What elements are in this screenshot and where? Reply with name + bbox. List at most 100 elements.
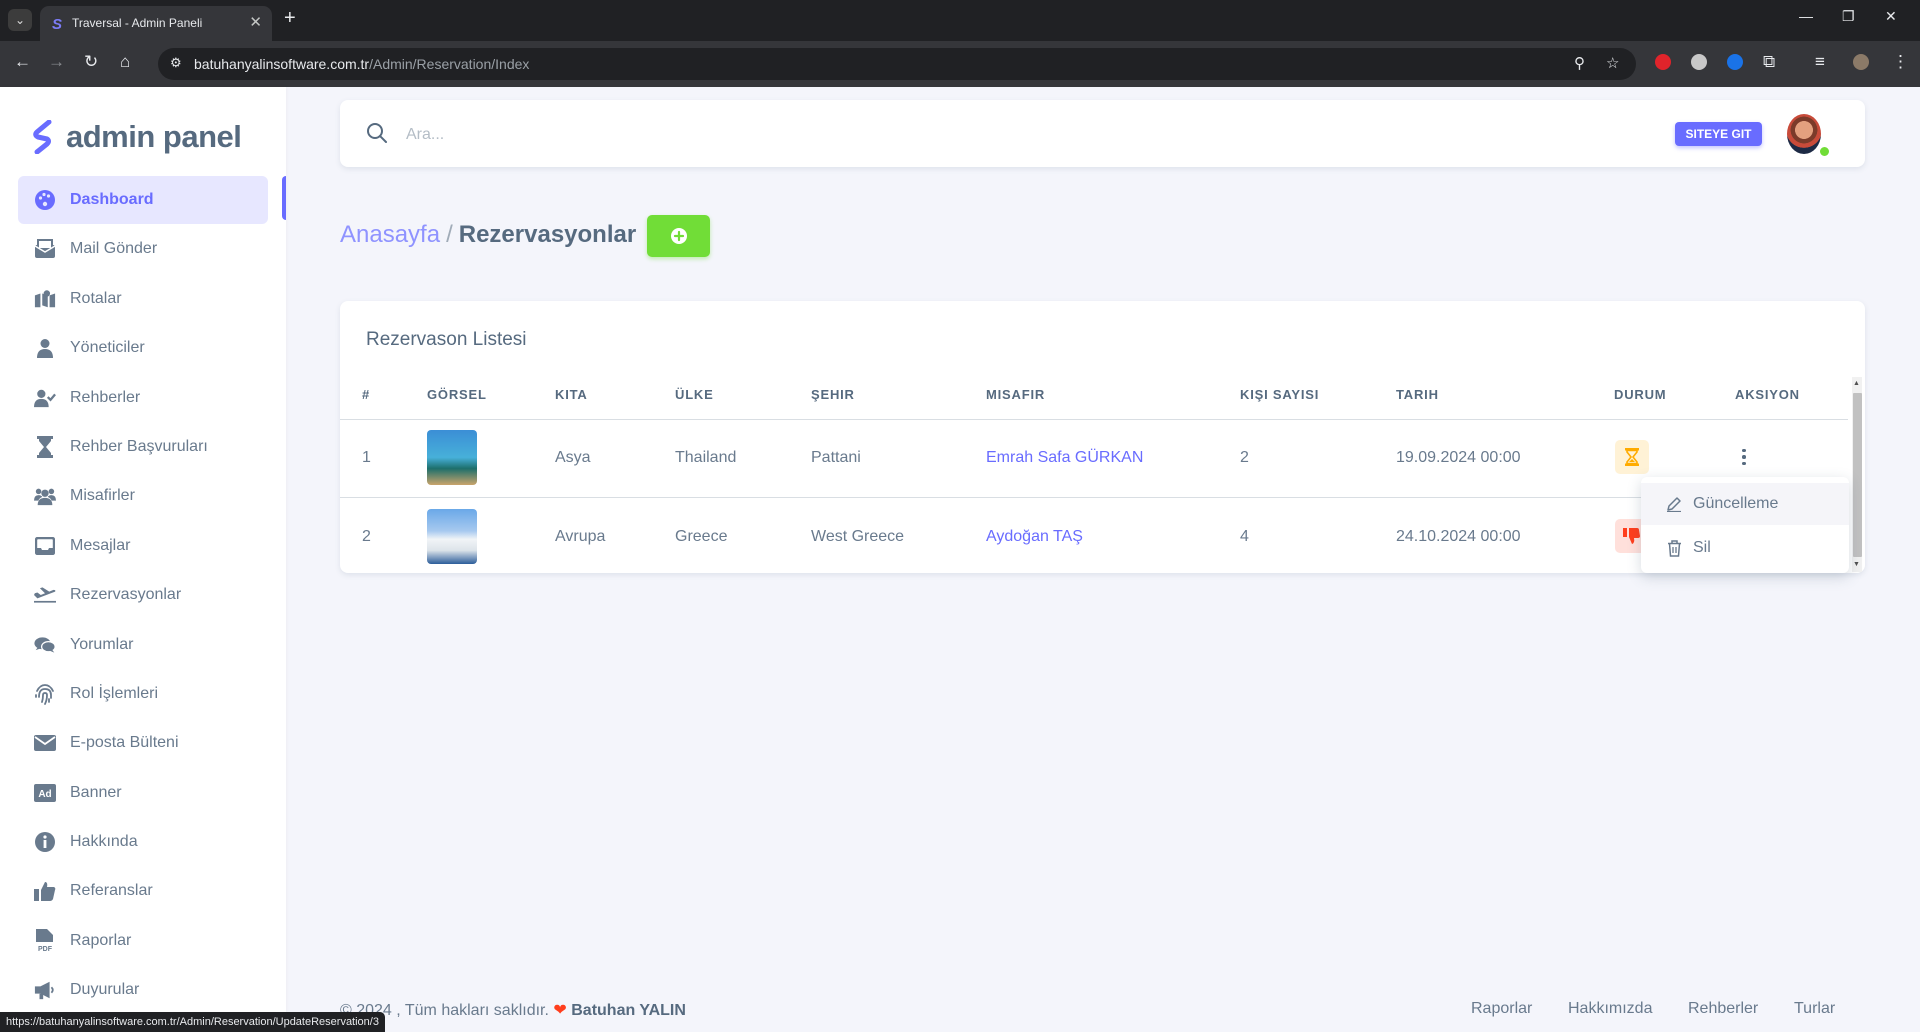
sidebar-item-messages[interactable]: Mesajlar — [18, 522, 268, 570]
reload-icon[interactable]: ↻ — [84, 52, 98, 72]
table-header: # GÖRSEL KITA ÜLKE ŞEHIR MISAFIR KIŞI SA… — [340, 387, 1848, 420]
column-header: ŞEHIR — [811, 387, 855, 402]
search-icon — [367, 123, 387, 143]
online-status-dot — [1818, 145, 1831, 158]
scroll-down-icon[interactable]: ▼ — [1853, 561, 1860, 568]
sidebar-item-reports[interactable]: PDF Raporlar — [18, 917, 268, 965]
table-row: 2 Avrupa Greece West Greece Aydoğan TAŞ … — [340, 498, 1848, 576]
scrollbar-thumb[interactable] — [1853, 393, 1862, 557]
sidebar-item-newsletter[interactable]: E-posta Bülteni — [18, 719, 268, 767]
sidebar-item-label: Rol İşlemleri — [70, 684, 159, 702]
country-cell: Greece — [675, 528, 728, 545]
new-tab-icon[interactable]: + — [284, 7, 296, 30]
scroll-up-icon[interactable]: ▲ — [1853, 380, 1860, 387]
country-cell: Thailand — [675, 449, 737, 466]
guest-link[interactable]: Emrah Safa GÜRKAN — [986, 449, 1143, 467]
date-cell: 19.09.2024 00:00 — [1396, 449, 1521, 466]
author-name[interactable]: Batuhan YALIN — [571, 1002, 686, 1019]
column-header: KITA — [555, 387, 588, 402]
column-header: MISAFIR — [986, 387, 1046, 402]
extension-icon[interactable] — [1655, 54, 1671, 70]
sidebar-item-label: Rotalar — [70, 289, 122, 307]
sidebar-item-dashboard[interactable]: Dashboard — [18, 176, 268, 224]
sidebar-item-reservations[interactable]: Rezervasyonlar — [18, 571, 268, 619]
sidebar-item-mail[interactable]: Mail Gönder — [18, 225, 268, 273]
sidebar-item-about[interactable]: Hakkında — [18, 818, 268, 866]
sidebar-item-announcements[interactable]: Duyurular — [18, 966, 268, 1014]
column-header: DURUM — [1614, 387, 1667, 402]
date-cell: 24.10.2024 00:00 — [1396, 528, 1521, 545]
column-header: GÖRSEL — [427, 387, 487, 402]
row-actions-menu-icon[interactable] — [1738, 443, 1750, 471]
sidebar-item-label: Hakkında — [70, 833, 138, 851]
site-info-icon[interactable]: ⚙ — [170, 55, 182, 71]
browser-tab[interactable]: S Traversal - Admin Paneli ✕ — [40, 6, 272, 41]
globe-icon[interactable] — [1691, 54, 1707, 70]
brand-logo-icon — [33, 120, 52, 154]
sidebar: admin panel Dashboard Mail Gönder Rotala… — [0, 87, 286, 1032]
extension-icon[interactable] — [1727, 54, 1743, 70]
sidebar-item-label: Banner — [70, 783, 122, 801]
status-badge — [1615, 440, 1649, 474]
sidebar-item-comments[interactable]: Yorumlar — [18, 621, 268, 669]
row-number: 1 — [362, 449, 371, 466]
brand[interactable]: admin panel — [32, 117, 242, 157]
breadcrumb-separator: / — [446, 221, 453, 248]
palette-icon — [34, 189, 56, 211]
footer-link-guides[interactable]: Rehberler — [1688, 1000, 1758, 1018]
sidebar-item-label: Rezervasyonlar — [70, 586, 182, 604]
tab-close-icon[interactable]: ✕ — [249, 13, 262, 31]
extensions-puzzle-icon[interactable]: ⧉ — [1763, 52, 1775, 72]
continent-cell: Avrupa — [555, 528, 606, 545]
sidebar-item-label: Mesajlar — [70, 536, 131, 554]
sidebar-item-references[interactable]: Referanslar — [18, 867, 268, 915]
browser-status-url: https://batuhanyalinsoftware.com.tr/Admi… — [0, 1012, 385, 1032]
sidebar-item-guests[interactable]: Misafirler — [18, 472, 268, 520]
fingerprint-icon — [34, 683, 56, 705]
back-icon[interactable]: ← — [14, 52, 31, 72]
breadcrumb-home[interactable]: Anasayfa — [340, 221, 440, 249]
update-menu-item[interactable]: Güncelleme — [1641, 483, 1849, 525]
footer-link-about[interactable]: Hakkımızda — [1568, 1000, 1652, 1018]
profile-avatar-icon[interactable] — [1853, 54, 1869, 70]
column-header: AKSIYON — [1735, 387, 1800, 402]
forward-icon[interactable]: → — [48, 52, 65, 72]
svg-text:PDF: PDF — [38, 946, 53, 953]
active-indicator — [282, 176, 286, 220]
media-controls-icon[interactable]: ≡ — [1815, 52, 1825, 72]
tab-search-button[interactable]: ⌄ — [8, 9, 32, 31]
restore-icon[interactable]: ❐ — [1842, 8, 1855, 25]
column-header: TARIH — [1396, 387, 1439, 402]
sidebar-item-label: Duyurular — [70, 981, 140, 999]
address-bar[interactable]: ⚙ batuhanyalinsoftware.com.tr/Admin/Rese… — [158, 48, 1636, 80]
search-input[interactable] — [404, 120, 1308, 150]
sidebar-item-routes[interactable]: Rotalar — [18, 275, 268, 323]
sidebar-item-guides[interactable]: Rehberler — [18, 374, 268, 422]
browser-menu-icon[interactable]: ⋮ — [1892, 52, 1909, 72]
sidebar-item-banner[interactable]: Ad Banner — [18, 769, 268, 817]
close-window-icon[interactable]: ✕ — [1885, 8, 1897, 25]
footer-link-tours[interactable]: Turlar — [1794, 1000, 1835, 1018]
add-reservation-button[interactable] — [647, 215, 710, 257]
footer-link-reports[interactable]: Raporlar — [1471, 1000, 1532, 1018]
sidebar-item-guide-applications[interactable]: Rehber Başvuruları — [18, 423, 268, 471]
thumbs-up-icon — [34, 880, 56, 902]
sidebar-item-admins[interactable]: Yöneticiler — [18, 324, 268, 372]
url-text: batuhanyalinsoftware.com.tr/Admin/Reserv… — [194, 56, 530, 72]
update-label: Güncelleme — [1693, 495, 1779, 512]
guest-link[interactable]: Aydoğan TAŞ — [986, 528, 1083, 546]
zoom-icon[interactable]: ⚲ — [1574, 54, 1585, 72]
delete-menu-item[interactable]: Sil — [1641, 527, 1849, 569]
continent-cell: Asya — [555, 449, 591, 466]
svg-text:Ad: Ad — [38, 789, 51, 800]
avatar[interactable] — [1787, 114, 1821, 154]
megaphone-icon — [34, 979, 56, 1001]
sidebar-item-roles[interactable]: Rol İşlemleri — [18, 670, 268, 718]
users-icon — [34, 485, 56, 507]
brand-name: admin panel — [66, 119, 242, 154]
go-to-site-button[interactable]: SITEYE GIT — [1675, 122, 1762, 146]
bookmark-star-icon[interactable]: ☆ — [1606, 54, 1619, 72]
thumbs-down-icon — [1623, 528, 1640, 544]
minimize-icon[interactable]: — — [1799, 8, 1813, 24]
home-icon[interactable]: ⌂ — [120, 52, 130, 72]
